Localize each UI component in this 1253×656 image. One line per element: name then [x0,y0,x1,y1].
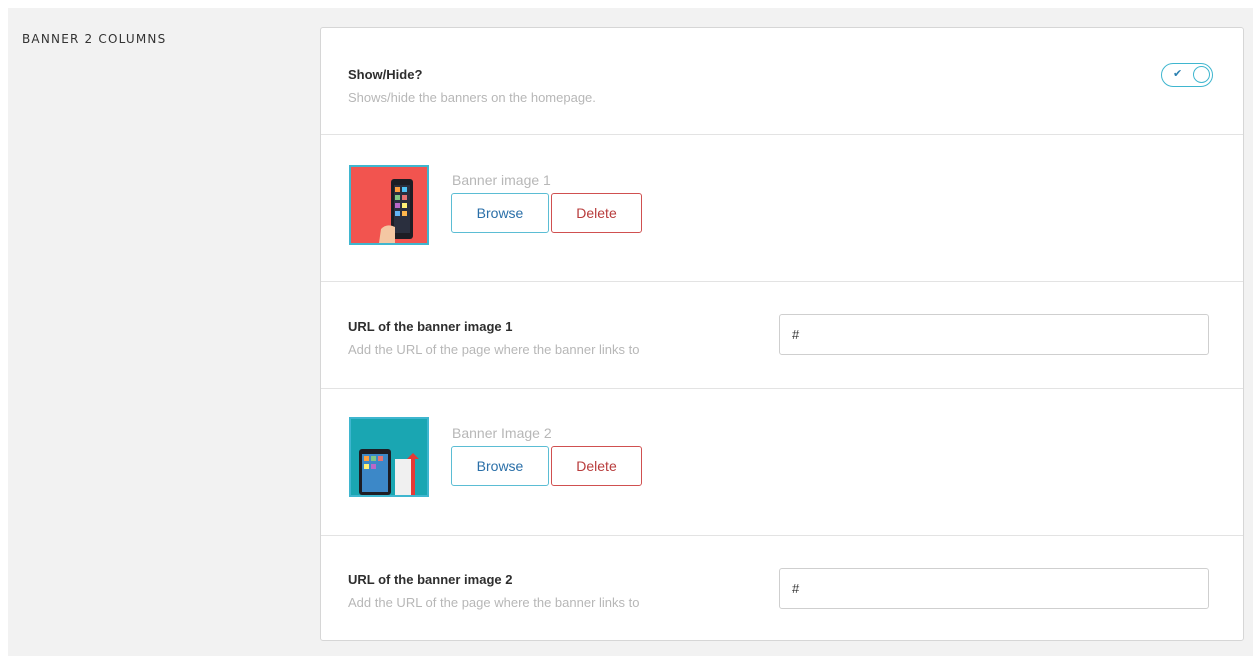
banner-url-1-row: URL of the banner image 1 Add the URL of… [321,282,1243,389]
banner-url-1-input[interactable] [779,314,1209,355]
section-title: BANNER 2 COLUMNS [22,32,167,46]
banner-image-2-delete-button[interactable]: Delete [551,446,642,486]
show-hide-label: Show/Hide? [348,67,423,82]
banner-image-2-label: Banner Image 2 [452,425,552,441]
banner-settings-card: Show/Hide? Shows/hide the banners on the… [320,27,1244,641]
toggle-knob [1193,66,1210,83]
banner-url-1-label: URL of the banner image 1 [348,319,513,334]
show-hide-row: Show/Hide? Shows/hide the banners on the… [321,28,1243,135]
banner-image-2-row: Banner Image 2 Browse Delete [321,389,1243,536]
banner-url-2-label: URL of the banner image 2 [348,572,513,587]
banner-image-2-browse-button[interactable]: Browse [451,446,549,486]
banner-image-1-browse-button[interactable]: Browse [451,193,549,233]
banner-image-1-row: Banner image 1 Browse Delete [321,135,1243,282]
show-hide-description: Shows/hide the banners on the homepage. [348,90,596,105]
banner-image-1-delete-button[interactable]: Delete [551,193,642,233]
settings-page: BANNER 2 COLUMNS Show/Hide? Shows/hide t… [8,8,1253,656]
banner-url-2-row: URL of the banner image 2 Add the URL of… [321,536,1243,642]
banner-image-1-thumbnail [349,165,429,245]
banner-url-2-input[interactable] [779,568,1209,609]
phone-illustration-icon [351,167,427,243]
banner-image-1-label: Banner image 1 [452,172,551,188]
show-hide-toggle[interactable]: ✔ [1161,63,1213,87]
banner-url-2-description: Add the URL of the page where the banner… [348,595,640,610]
banner-image-2-thumbnail [349,417,429,497]
check-icon: ✔ [1173,67,1183,80]
banner-url-1-description: Add the URL of the page where the banner… [348,342,640,357]
tablet-illustration-icon [351,419,427,495]
